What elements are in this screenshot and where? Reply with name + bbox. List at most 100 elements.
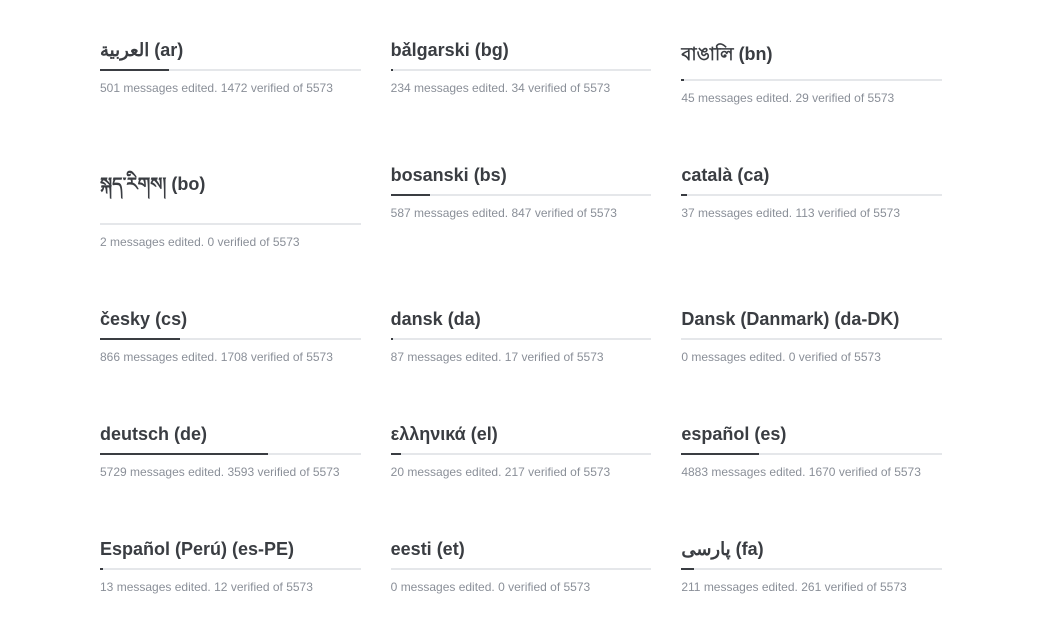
progress-bar-fill [100, 338, 180, 340]
verified-label: verified of [825, 580, 877, 594]
language-native-name: česky [100, 309, 150, 329]
verified-label: verified of [818, 206, 870, 220]
edited-count: 87 [391, 350, 404, 364]
edited-label: messages edited. [130, 465, 224, 479]
language-item-es-PE[interactable]: Español (Perú) (es-PE) 13 messages edited… [100, 539, 361, 594]
language-code: (ca) [732, 165, 769, 185]
progress-bar-fill [100, 568, 103, 570]
edited-label: messages edited. [110, 235, 204, 249]
language-stats: 501 messages edited. 1472 verified of 55… [100, 81, 361, 95]
language-title: སྐད་རིགས། (bo) [100, 165, 361, 215]
progress-bar [391, 453, 652, 455]
verified-count: 29 [795, 91, 808, 105]
language-stats: 4883 messages edited. 1670 verified of 5… [681, 465, 942, 479]
language-stats: 2 messages edited. 0 verified of 5573 [100, 235, 361, 249]
language-native-name: eesti [391, 539, 432, 559]
edited-count: 45 [681, 91, 694, 105]
edited-label: messages edited. [691, 350, 785, 364]
verified-count: 217 [505, 465, 525, 479]
progress-bar-fill [681, 194, 686, 196]
edited-label: messages edited. [117, 580, 211, 594]
language-title: ελληνικά (el) [391, 424, 652, 445]
total-count: 5573 [306, 350, 333, 364]
progress-bar [100, 223, 361, 225]
language-native-name: སྐད་རིགས། [100, 174, 166, 194]
progress-bar-fill [100, 453, 268, 455]
edited-count: 4883 [681, 465, 708, 479]
verified-label: verified of [535, 206, 587, 220]
language-code: (es-PE) [227, 539, 294, 559]
progress-bar [391, 338, 652, 340]
language-item-bs[interactable]: bosanski (bs)587 messages edited. 847 ve… [391, 165, 652, 249]
verified-count: 0 [789, 350, 796, 364]
edited-count: 13 [100, 580, 113, 594]
language-code: (cs) [150, 309, 187, 329]
language-title: español (es) [681, 424, 942, 445]
language-item-bo[interactable]: སྐད་རིགས། (bo) 2 messages edited. 0 verif… [100, 165, 361, 249]
edited-count: 234 [391, 81, 411, 95]
language-stats: 87 messages edited. 17 verified of 5573 [391, 350, 652, 364]
edited-label: messages edited. [123, 350, 217, 364]
total-count: 5573 [590, 206, 617, 220]
total-count: 5573 [868, 91, 895, 105]
progress-bar [681, 194, 942, 196]
verified-label: verified of [251, 350, 303, 364]
language-item-es[interactable]: español (es) 4883 messages edited. 1670 v… [681, 424, 942, 479]
language-stats: 5729 messages edited. 3593 verified of 5… [100, 465, 361, 479]
verified-label: verified of [839, 465, 891, 479]
edited-count: 5729 [100, 465, 127, 479]
verified-label: verified of [508, 580, 560, 594]
language-item-cs[interactable]: česky (cs)866 messages edited. 1708 veri… [100, 309, 361, 364]
language-item-bn[interactable]: বাঙালি (bn)45 messages edited. 29 verifi… [681, 40, 942, 105]
progress-bar [681, 568, 942, 570]
language-title: català (ca) [681, 165, 942, 186]
edited-count: 37 [681, 206, 694, 220]
verified-label: verified of [528, 81, 580, 95]
edited-label: messages edited. [401, 580, 495, 594]
total-count: 5573 [894, 465, 921, 479]
progress-bar [681, 79, 942, 81]
progress-bar-fill [391, 69, 394, 71]
edited-label: messages edited. [407, 350, 501, 364]
language-stats: 20 messages edited. 217 verified of 5573 [391, 465, 652, 479]
language-code: (ar) [149, 40, 183, 60]
progress-bar-fill [681, 79, 684, 81]
language-title: Dansk (Danmark) (da-DK) [681, 309, 942, 330]
language-item-fa[interactable]: پارسی (fa) 211 messages edited. 261 verif… [681, 539, 942, 594]
edited-count: 2 [100, 235, 107, 249]
edited-label: messages edited. [698, 91, 792, 105]
progress-bar [100, 453, 361, 455]
language-title: پارسی (fa) [681, 539, 942, 560]
language-code: (da) [443, 309, 481, 329]
language-native-name: ελληνικά [391, 424, 466, 444]
language-item-ar[interactable]: العربية (ar)501 messages edited. 1472 ve… [100, 40, 361, 105]
edited-label: messages edited. [704, 580, 798, 594]
language-item-de[interactable]: deutsch (de) 5729 messages edited. 3593 v… [100, 424, 361, 479]
language-item-ca[interactable]: català (ca)37 messages edited. 113 verif… [681, 165, 942, 249]
progress-bar [100, 568, 361, 570]
language-item-da[interactable]: dansk (da)87 messages edited. 17 verifie… [391, 309, 652, 364]
language-title: বাঙালি (bn) [681, 40, 942, 71]
language-stats: 587 messages edited. 847 verified of 557… [391, 206, 652, 220]
verified-count: 1670 [809, 465, 836, 479]
edited-label: messages edited. [123, 81, 217, 95]
language-title: deutsch (de) [100, 424, 361, 445]
language-item-et[interactable]: eesti (et)0 messages edited. 0 verified … [391, 539, 652, 594]
language-item-bg[interactable]: bǎlgarski (bg)234 messages edited. 34 ve… [391, 40, 652, 105]
language-grid: العربية (ar)501 messages edited. 1472 ve… [100, 40, 942, 594]
language-code: (de) [169, 424, 207, 444]
language-item-el[interactable]: ελληνικά (el) 20 messages edited. 217 ver… [391, 424, 652, 479]
verified-count: 3593 [227, 465, 254, 479]
language-native-name: Español (Perú) [100, 539, 227, 559]
verified-label: verified of [799, 350, 851, 364]
verified-count: 1472 [221, 81, 248, 95]
edited-count: 211 [681, 580, 700, 594]
verified-label: verified of [217, 235, 269, 249]
edited-label: messages edited. [698, 206, 792, 220]
edited-label: messages edited. [414, 206, 508, 220]
progress-bar [391, 194, 652, 196]
verified-count: 261 [801, 580, 821, 594]
language-item-da-DK[interactable]: Dansk (Danmark) (da-DK) 0 messages edited… [681, 309, 942, 364]
language-title: eesti (et) [391, 539, 652, 560]
progress-bar [100, 69, 361, 71]
